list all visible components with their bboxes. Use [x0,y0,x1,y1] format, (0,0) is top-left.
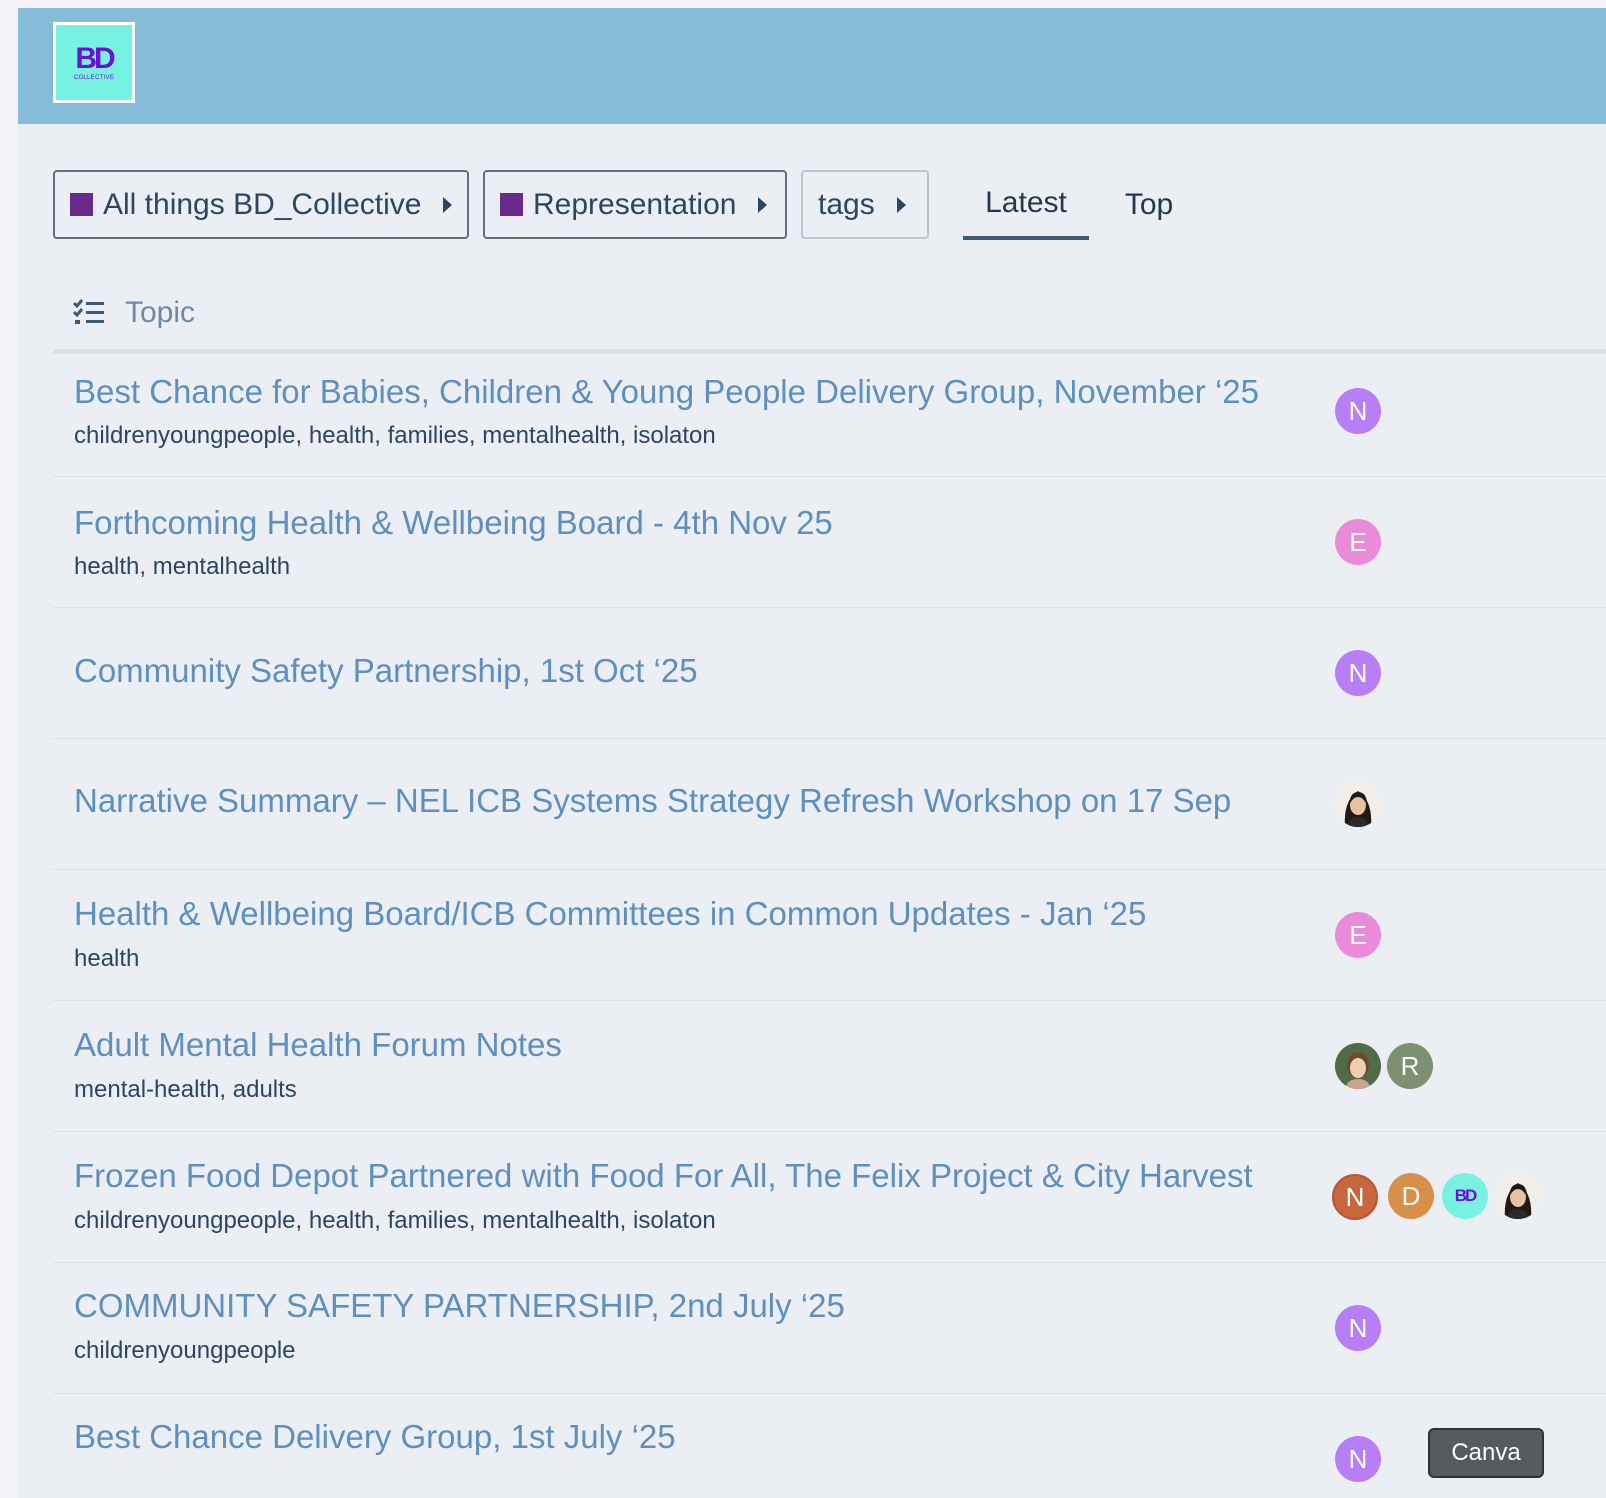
navigation-bar: All things BD_Collective Representation … [53,170,1593,240]
topic-tags[interactable]: childrenyoungpeople, health, families, m… [74,421,716,451]
topic-row: Forthcoming Health & Wellbeing Board - 4… [53,477,1606,608]
topic-title-link[interactable]: Community Safety Partnership, 1st Oct ‘2… [74,651,698,691]
poster-avatar[interactable]: R [1387,1043,1433,1089]
caret-right-icon [758,196,768,213]
topic-title-link[interactable]: Best Chance for Babies, Children & Young… [74,372,1259,412]
site-header: BD COLLECTIVE [18,8,1606,124]
user-photo-icon[interactable] [1495,1173,1541,1219]
logo-subtext: COLLECTIVE [73,75,115,81]
tags-dropdown-label: tags [818,187,875,221]
poster-avatar[interactable]: N [1332,1174,1378,1220]
topic-title-link[interactable]: Adult Mental Health Forum Notes [74,1025,562,1065]
topic-title-link[interactable]: Narrative Summary – NEL ICB Systems Stra… [74,781,1231,821]
poster-avatar[interactable]: N [1335,650,1381,696]
poster-avatar[interactable]: N [1335,1436,1381,1482]
topic-row: Health & Wellbeing Board/ICB Committees … [53,870,1606,1001]
category-dropdown[interactable]: All things BD_Collective [53,170,469,239]
canva-button[interactable]: Canva [1428,1428,1544,1478]
caret-right-icon [896,196,906,213]
topic-title-link[interactable]: Forthcoming Health & Wellbeing Board - 4… [74,503,833,543]
tab-top[interactable]: Top [1113,170,1185,240]
tab-latest[interactable]: Latest [963,170,1089,240]
category-dropdown-label: All things BD_Collective [103,187,422,221]
topic-column-header[interactable]: Topic [73,293,195,333]
user-photo-icon[interactable] [1335,1043,1381,1089]
topic-tags[interactable]: childrenyoungpeople, health, families, m… [74,1206,716,1236]
topic-tags[interactable]: health [74,944,139,974]
topic-title-link[interactable]: Frozen Food Depot Partnered with Food Fo… [74,1156,1253,1196]
subcategory-dropdown[interactable]: Representation [483,170,787,239]
category-color-swatch [70,193,93,216]
bd-logo-icon[interactable]: BD [1442,1173,1488,1219]
topic-title-link[interactable]: Best Chance Delivery Group, 1st July ‘25 [74,1417,676,1457]
poster-avatar[interactable]: N [1335,1305,1381,1351]
caret-right-icon [443,196,453,213]
subcategory-color-swatch [500,193,523,216]
topic-row: Frozen Food Depot Partnered with Food Fo… [53,1132,1606,1263]
topic-title-link[interactable]: Health & Wellbeing Board/ICB Committees … [74,894,1146,934]
user-photo-icon[interactable] [1335,781,1381,827]
topic-row: Adult Mental Health Forum Notes mental-h… [53,1001,1606,1132]
topic-row: Narrative Summary – NEL ICB Systems Stra… [53,739,1606,870]
topic-tags[interactable]: mental-health, adults [74,1075,297,1105]
logo-mark: BD [75,42,115,75]
topic-column-label: Topic [125,296,196,329]
subcategory-dropdown-label: Representation [533,187,737,221]
app-frame: BD COLLECTIVE All things BD_Collective R… [18,8,1606,1498]
bd-logo-mark: BD [1454,1186,1478,1205]
poster-avatar[interactable]: E [1335,519,1381,565]
site-logo[interactable]: BD COLLECTIVE [53,22,135,103]
topic-row: Best Chance for Babies, Children & Young… [53,346,1606,477]
topic-row: Community Safety Partnership, 1st Oct ‘2… [53,608,1606,739]
topic-title-link[interactable]: COMMUNITY SAFETY PARTNERSHIP, 2nd July ‘… [74,1286,845,1326]
topic-tags[interactable]: health, mentalhealth [74,552,290,582]
poster-avatar[interactable]: E [1335,912,1381,958]
poster-avatar[interactable]: N [1335,388,1381,434]
poster-avatar[interactable]: D [1388,1173,1434,1219]
tags-dropdown[interactable]: tags [801,170,929,239]
topic-tags[interactable]: childrenyoungpeople [74,1336,296,1366]
topic-row: Best Chance Delivery Group, 1st July ‘25… [53,1394,1606,1498]
topic-row: COMMUNITY SAFETY PARTNERSHIP, 2nd July ‘… [53,1263,1606,1394]
checklist-icon [73,299,104,324]
